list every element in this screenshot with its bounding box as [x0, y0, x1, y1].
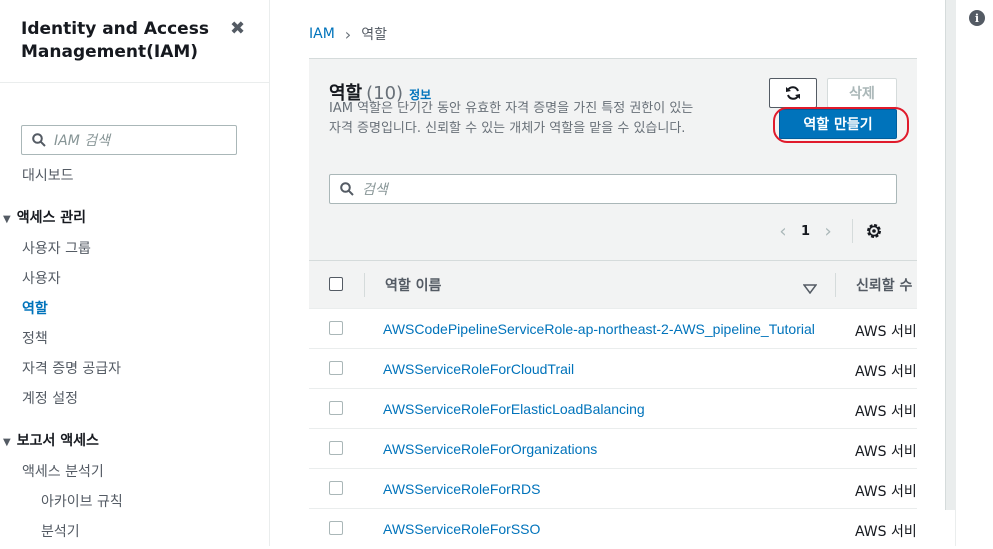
- sidebar-item-dashboard[interactable]: 대시보드: [22, 165, 74, 185]
- gear-icon[interactable]: [865, 222, 883, 240]
- sidebar-group-label: 보고서 액세스: [16, 433, 99, 449]
- sidebar-item-policies[interactable]: 정책: [22, 328, 48, 348]
- table-row: AWSCodePipelineServiceRole-ap-northeast-…: [309, 309, 917, 349]
- table-header: 역할 이름 신뢰할 수: [309, 260, 917, 309]
- role-name-link[interactable]: AWSServiceRoleForOrganizations: [383, 441, 597, 457]
- page-number[interactable]: 1: [801, 224, 810, 239]
- refresh-button[interactable]: [769, 78, 817, 108]
- chevron-right-icon: ›: [344, 24, 352, 44]
- trusted-entity: AWS 서비: [855, 404, 917, 420]
- sidebar-item-user-groups[interactable]: 사용자 그룹: [22, 238, 91, 258]
- sidebar-item-account-settings[interactable]: 계정 설정: [22, 388, 78, 408]
- roles-search-placeholder: 검색: [362, 182, 388, 198]
- sidebar-group-access-management[interactable]: ▼ 액세스 관리: [3, 207, 86, 227]
- scrollbar[interactable]: [945, 0, 955, 510]
- sort-down-icon[interactable]: [802, 279, 818, 298]
- table-row: AWSServiceRoleForSSO AWS 서비: [309, 509, 917, 549]
- create-role-button[interactable]: 역할 만들기: [779, 109, 897, 139]
- column-header-trusted-entities[interactable]: 신뢰할 수: [856, 275, 917, 295]
- sidebar-item-users[interactable]: 사용자: [22, 268, 61, 288]
- table-row: AWSServiceRoleForElasticLoadBalancing AW…: [309, 389, 917, 429]
- sidebar-item-analyzers[interactable]: 분석기: [41, 521, 80, 541]
- search-icon: [340, 182, 354, 196]
- sidebar-item-access-analyzer[interactable]: 액세스 분석기: [22, 461, 104, 481]
- chevron-right-icon[interactable]: ›: [818, 221, 838, 242]
- close-icon[interactable]: ✖: [230, 18, 245, 39]
- role-name-link[interactable]: AWSServiceRoleForRDS: [383, 481, 540, 497]
- page-description: IAM 역할은 단기간 동안 유효한 자격 증명을 가진 특정 권한이 있는 자…: [329, 101, 694, 136]
- row-checkbox[interactable]: [329, 441, 343, 455]
- trusted-entity: AWS 서비: [855, 364, 917, 380]
- pager-divider: [852, 219, 854, 243]
- trusted-entity: AWS 서비: [855, 484, 917, 500]
- sidebar: Identity and Access Management(IAM) ✖ IA…: [0, 0, 270, 546]
- table-row: AWSServiceRoleForRDS AWS 서비: [309, 469, 917, 509]
- sidebar-title: Identity and Access Management(IAM): [21, 19, 209, 62]
- roles-header-panel: 역할 (10) 정보 IAM 역할은 단기간 동안 유효한 자격 증명을 가진 특정…: [309, 59, 917, 260]
- breadcrumb-iam-link[interactable]: IAM: [309, 26, 335, 42]
- info-icon[interactable]: i: [969, 10, 985, 26]
- role-name-link[interactable]: AWSCodePipelineServiceRole-ap-northeast-…: [383, 321, 815, 337]
- sidebar-divider: [0, 82, 269, 83]
- trusted-entity: AWS 서비: [855, 524, 917, 540]
- caret-down-icon: ▼: [3, 214, 11, 225]
- breadcrumb-current: 역할: [361, 27, 387, 43]
- role-name-link[interactable]: AWSServiceRoleForCloudTrail: [383, 361, 574, 377]
- row-checkbox[interactable]: [329, 521, 343, 535]
- breadcrumb: IAM › 역할: [309, 24, 387, 44]
- help-panel-divider: [955, 0, 956, 546]
- select-all-checkbox[interactable]: [329, 277, 343, 291]
- row-checkbox[interactable]: [329, 321, 343, 335]
- sidebar-item-identity-providers[interactable]: 자격 증명 공급자: [22, 358, 121, 378]
- row-checkbox[interactable]: [329, 361, 343, 375]
- trusted-entity: AWS 서비: [855, 444, 917, 460]
- role-name-link[interactable]: AWSServiceRoleForElasticLoadBalancing: [383, 401, 645, 417]
- chevron-left-icon[interactable]: ‹: [773, 221, 793, 242]
- sidebar-search-input[interactable]: IAM 검색: [21, 125, 237, 155]
- column-divider: [835, 273, 836, 297]
- role-name-link[interactable]: AWSServiceRoleForSSO: [383, 521, 540, 537]
- row-checkbox[interactable]: [329, 401, 343, 415]
- sidebar-group-access-reports[interactable]: ▼ 보고서 액세스: [3, 430, 99, 450]
- sidebar-item-roles[interactable]: 역할: [22, 298, 48, 318]
- row-checkbox[interactable]: [329, 481, 343, 495]
- column-divider: [364, 273, 365, 297]
- search-icon: [32, 133, 46, 147]
- table-row: AWSServiceRoleForOrganizations AWS 서비: [309, 429, 917, 469]
- sidebar-group-label: 액세스 관리: [16, 210, 86, 226]
- column-header-role-name[interactable]: 역할 이름: [385, 275, 441, 295]
- refresh-icon: [786, 86, 800, 100]
- sidebar-search-placeholder: IAM 검색: [54, 133, 110, 149]
- pagination: ‹ 1 ›: [773, 219, 883, 243]
- sidebar-item-archive-rules[interactable]: 아카이브 규칙: [41, 491, 123, 511]
- delete-button[interactable]: 삭제: [827, 78, 897, 108]
- roles-search-input[interactable]: 검색: [329, 174, 897, 204]
- table-row: AWSServiceRoleForCloudTrail AWS 서비: [309, 349, 917, 389]
- trusted-entity: AWS 서비: [855, 324, 917, 340]
- caret-down-icon: ▼: [3, 437, 11, 448]
